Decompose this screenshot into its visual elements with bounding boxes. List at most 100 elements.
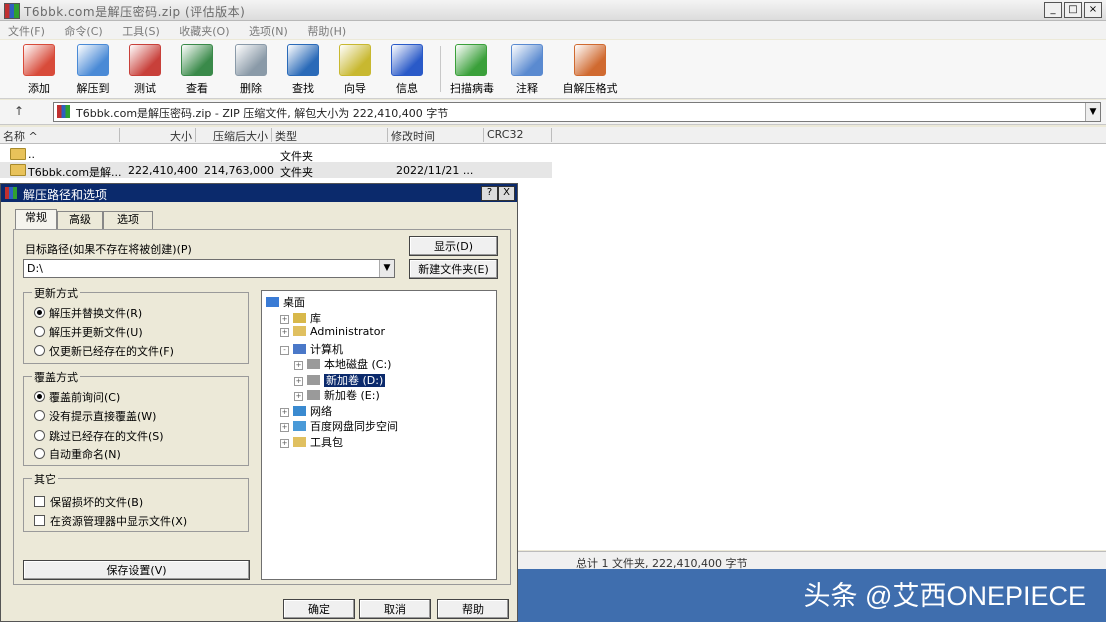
ok-button[interactable]: 确定 (283, 599, 355, 619)
tree-node-label: 桌面 (283, 296, 305, 309)
help-question-button[interactable]: ? (481, 186, 498, 201)
show-button[interactable]: 显示(D) (409, 236, 498, 256)
help-button[interactable]: 帮助 (437, 599, 509, 619)
address-bar: ↑ T6bbk.com是解压密码.zip - ZIP 压缩文件, 解包大小为 2… (0, 100, 1106, 125)
column-modified[interactable]: 修改时间 (388, 128, 484, 143)
tree-node[interactable]: + 本地磁盘 (C:) (294, 356, 391, 372)
column-packed-size[interactable]: 压缩后大小 (196, 128, 272, 143)
expand-icon[interactable]: + (280, 438, 289, 448)
tree-node-label: 新加卷 (D:) (324, 373, 386, 387)
folder-tree[interactable]: 桌面 + 库 + Administrator - 计算机 + 本地磁盘 (C:) + 新加卷 (D:… (261, 290, 497, 580)
overwrite-option-no-prompt[interactable]: 没有提示直接覆盖(W) (34, 408, 156, 424)
library-icon (293, 312, 306, 323)
menu-tools[interactable]: 工具(S) (114, 21, 168, 39)
toolbar-button-9[interactable]: 注释 (506, 44, 548, 96)
menu-file[interactable]: 文件(F) (0, 21, 53, 39)
tab-advanced[interactable]: 高级 (57, 211, 103, 229)
update-option-existing-only[interactable]: 仅更新已经存在的文件(F) (34, 343, 174, 359)
close-button[interactable]: × (1084, 2, 1102, 18)
tab-general[interactable]: 常规 (15, 209, 57, 230)
toolbar-button-4[interactable]: 删除 (230, 44, 272, 96)
toolbar-button-label: 自解压格式 (562, 82, 618, 95)
column-name[interactable]: 名称 ^ (0, 128, 120, 143)
toolbar-button-3[interactable]: 查看 (176, 44, 218, 96)
update-option-update[interactable]: 解压并更新文件(U) (34, 324, 143, 340)
list-item[interactable]: T6bbk.com是解... 222,410,400 214,763,000 文… (0, 162, 552, 179)
tree-node[interactable]: + 百度网盘同步空间 (280, 418, 398, 434)
list-item-type: 文件夹 (280, 166, 313, 179)
user-folder-icon (293, 326, 306, 336)
overwrite-option-ask[interactable]: 覆盖前询问(C) (34, 389, 120, 405)
tree-node[interactable]: + Administrator (280, 325, 385, 338)
folder-icon (10, 164, 26, 176)
dialog-title: 解压路径和选项 (23, 188, 108, 202)
menu-help[interactable]: 帮助(H) (299, 21, 354, 39)
tree-node[interactable]: + 网络 (280, 403, 332, 419)
menu-favorites[interactable]: 收藏夹(O) (171, 21, 237, 39)
update-mode-group: 更新方式 解压并替换文件(R) 解压并更新文件(U) 仅更新已经存在的文件(F) (23, 285, 249, 364)
list-item-size: 222,410,400 (128, 164, 198, 177)
tree-node[interactable]: + 新加卷 (E:) (294, 387, 380, 403)
menu-options[interactable]: 选项(N) (241, 21, 296, 39)
update-mode-title: 更新方式 (32, 285, 80, 301)
toolbar-button-1[interactable]: 解压到 (72, 44, 114, 96)
expand-icon[interactable]: + (280, 314, 289, 324)
toolbar-button-label: 删除 (240, 82, 262, 95)
tree-node-label: 库 (310, 311, 321, 325)
tree-node-label: Administrator (310, 325, 385, 338)
expand-icon[interactable]: + (280, 328, 289, 337)
list-item-packed: 214,763,000 (204, 164, 274, 177)
toolbar-button-2[interactable]: 测试 (124, 44, 166, 96)
tree-node[interactable]: + 库 (280, 310, 321, 326)
tab-options[interactable]: 选项 (103, 211, 153, 229)
network-icon (293, 405, 306, 416)
toolbar-button-0[interactable]: 添加 (18, 44, 60, 96)
collapse-icon[interactable]: - (280, 345, 289, 355)
toolbar-button-5[interactable]: 查找 (282, 44, 324, 96)
update-option-replace[interactable]: 解压并替换文件(R) (34, 305, 142, 321)
chevron-down-icon[interactable]: ▼ (1085, 103, 1100, 121)
target-path-input[interactable]: D:\ ▼ (23, 259, 395, 278)
up-arrow-icon[interactable]: ↑ (14, 104, 24, 118)
overwrite-option-rename[interactable]: 自动重命名(N) (34, 446, 121, 462)
toolbar-button-label: 扫描病毒 (450, 82, 494, 95)
expand-icon[interactable]: + (294, 376, 303, 386)
tree-node[interactable]: + 工具包 (280, 434, 343, 450)
tree-node-label: 百度网盘同步空间 (310, 420, 398, 433)
chevron-down-icon[interactable]: ▼ (379, 260, 394, 277)
toolbar-button-8[interactable]: 扫描病毒 (450, 44, 494, 96)
expand-icon[interactable]: + (280, 407, 289, 417)
dialog-close-button[interactable]: X (498, 186, 515, 201)
cancel-button[interactable]: 取消 (359, 599, 431, 619)
keep-broken-files-checkbox[interactable]: 保留损坏的文件(B) (34, 494, 143, 510)
scan-virus-icon (455, 44, 487, 76)
drive-icon (307, 374, 320, 385)
computer-icon (293, 343, 306, 354)
tree-node[interactable]: - 计算机 (280, 341, 343, 357)
menu-commands[interactable]: 命令(C) (56, 21, 110, 39)
overwrite-option-skip[interactable]: 跳过已经存在的文件(S) (34, 428, 164, 444)
minimize-button[interactable]: _ (1044, 2, 1062, 18)
save-settings-button[interactable]: 保存设置(V) (23, 560, 250, 580)
toolbar-button-7[interactable]: 信息 (386, 44, 428, 96)
column-type[interactable]: 类型 (272, 128, 388, 143)
toolbar-button-10[interactable]: 自解压格式 (560, 44, 620, 96)
maximize-button[interactable]: □ (1064, 2, 1082, 18)
radio-icon (34, 391, 45, 402)
expand-icon[interactable]: + (294, 392, 303, 401)
column-crc32[interactable]: CRC32 (484, 128, 552, 142)
tree-node[interactable]: + 新加卷 (D:) (294, 372, 386, 388)
new-folder-button[interactable]: 新建文件夹(E) (409, 259, 498, 279)
list-item-modified: 2022/11/21 ... (396, 164, 474, 177)
expand-icon[interactable]: + (280, 423, 289, 432)
list-item[interactable]: .. 文件夹 (0, 146, 552, 163)
expand-icon[interactable]: + (294, 361, 303, 370)
find-icon (287, 44, 319, 76)
toolbar-button-6[interactable]: 向导 (334, 44, 376, 96)
wizard-icon (339, 44, 371, 76)
column-size[interactable]: 大小 (120, 128, 196, 143)
show-in-explorer-checkbox[interactable]: 在资源管理器中显示文件(X) (34, 513, 187, 529)
misc-group: 其它 保留损坏的文件(B) 在资源管理器中显示文件(X) (23, 471, 249, 532)
tree-node[interactable]: 桌面 (266, 294, 305, 310)
address-field[interactable]: T6bbk.com是解压密码.zip - ZIP 压缩文件, 解包大小为 222… (53, 102, 1101, 122)
